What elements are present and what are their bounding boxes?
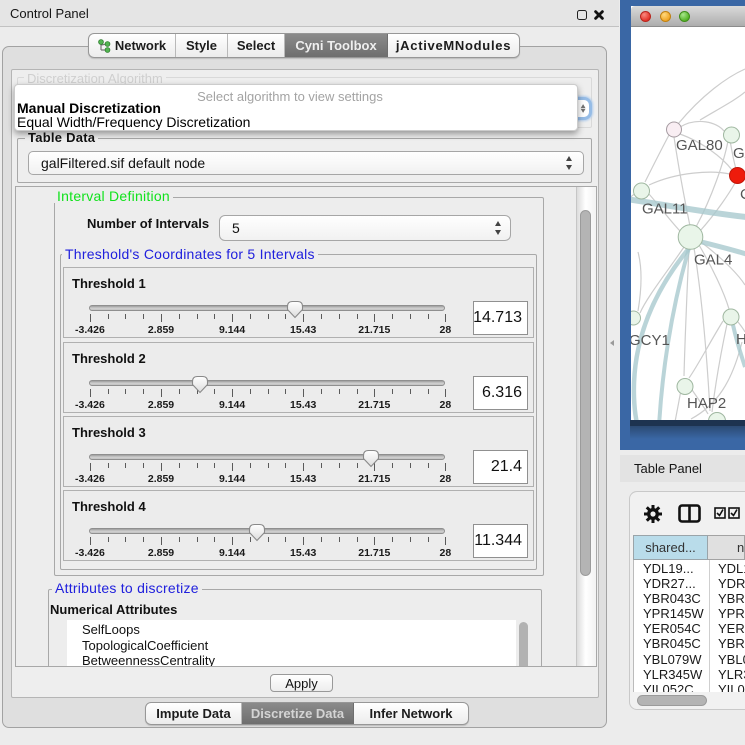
svg-text:H: H	[736, 331, 745, 348]
svg-text:HAP2: HAP2	[687, 395, 726, 412]
svg-text:GAL4: GAL4	[694, 252, 732, 269]
svg-text:GCY1: GCY1	[631, 332, 670, 349]
svg-text:GA: GA	[733, 145, 745, 162]
svg-text:GAL11: GAL11	[642, 201, 688, 218]
svg-text:C: C	[740, 186, 745, 203]
svg-text:GAL80: GAL80	[676, 137, 723, 154]
